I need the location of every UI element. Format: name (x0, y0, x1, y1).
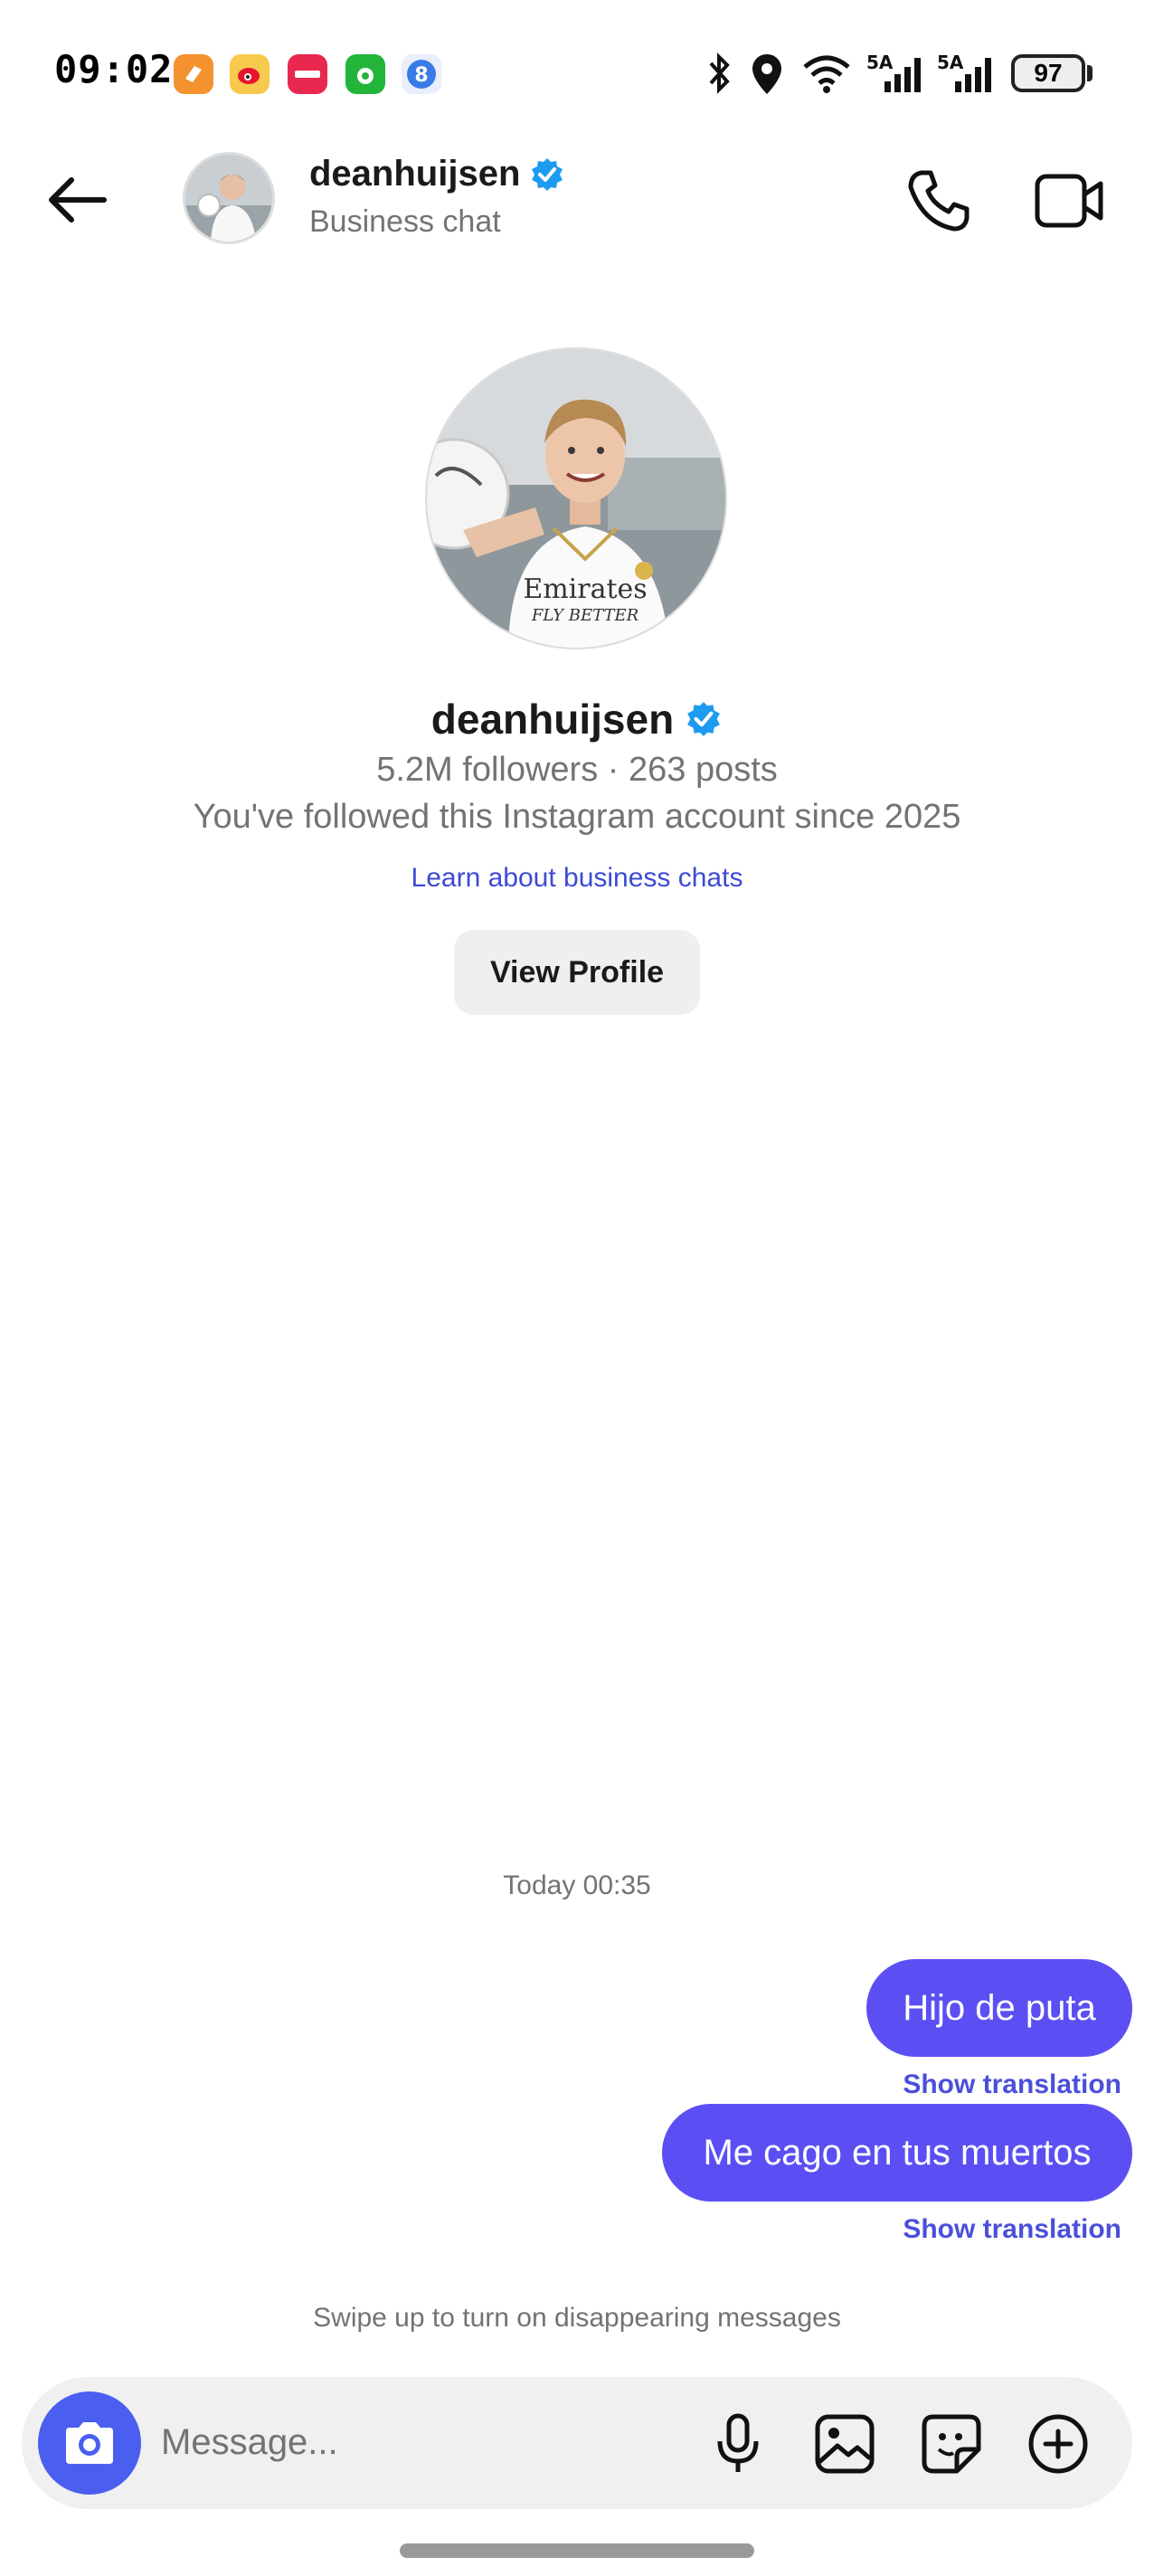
phone-icon (908, 170, 970, 232)
view-profile-button[interactable]: View Profile (454, 930, 700, 1015)
battery-icon: 97 (1011, 54, 1085, 92)
learn-link-label[interactable]: Learn about business chats (411, 863, 743, 893)
red-app-icon (288, 54, 327, 94)
verified-badge-icon (532, 157, 563, 191)
location-icon (749, 52, 785, 100)
header-username-row[interactable]: deanhuijsen (309, 154, 565, 194)
signal-icon: 5A (866, 51, 924, 100)
blue-8-app-icon: 8 (402, 54, 441, 94)
show-translation-link[interactable]: Show translation (814, 2214, 1121, 2245)
camera-button[interactable] (38, 2391, 141, 2495)
shirt-slogan-text: FLY BETTER (531, 606, 638, 625)
voice-call-button[interactable] (901, 163, 977, 239)
plus-circle-icon (1028, 2414, 1088, 2474)
message-text: Hijo de puta (903, 1987, 1096, 2028)
network-label-2: 5A (937, 52, 964, 73)
orange-app-icon (174, 54, 213, 94)
home-indicator[interactable] (400, 2543, 754, 2558)
header-username: deanhuijsen (309, 154, 521, 194)
shirt-sponsor-text: Emirates (523, 573, 647, 605)
network-label-1: 5A (866, 52, 894, 73)
profile-picture[interactable]: Emirates FLY BETTER (425, 347, 727, 649)
show-translation-link[interactable]: Show translation (814, 2069, 1121, 2100)
wifi-icon (801, 52, 852, 99)
battery-level: 97 (1034, 59, 1063, 87)
message-bubble[interactable]: Me cago en tus muertos (662, 2104, 1132, 2202)
video-call-button[interactable] (1029, 163, 1111, 239)
battery-tip (1087, 65, 1093, 81)
bluetooth-icon (704, 52, 734, 99)
gallery-button[interactable] (812, 2411, 877, 2477)
signal-icon-2: 5A (937, 51, 995, 100)
profile-username: deanhuijsen (430, 696, 675, 743)
video-camera-icon (1035, 174, 1103, 228)
camera-icon (66, 2422, 113, 2464)
conversation-timestamp: Today 00:35 (503, 1870, 651, 1900)
microphone-icon (717, 2413, 759, 2472)
weibo-icon (230, 54, 270, 94)
header-subtitle: Business chat (309, 204, 501, 239)
back-button[interactable] (40, 168, 112, 232)
header-avatar[interactable] (183, 152, 275, 244)
follow-since-text: You've followed this Instagram account s… (193, 798, 961, 836)
profile-stats: 5.2M followers · 263 posts (376, 751, 778, 789)
svg-text:8: 8 (414, 64, 428, 87)
back-arrow-icon (49, 177, 107, 223)
message-text: Me cago en tus muertos (703, 2132, 1092, 2173)
green-app-icon (345, 54, 385, 94)
message-bubble[interactable]: Hijo de puta (866, 1959, 1132, 2057)
disappearing-messages-hint: Swipe up to turn on disappearing message… (313, 2303, 841, 2333)
status-time: 09:02 (54, 47, 174, 91)
sticker-button[interactable] (919, 2411, 984, 2477)
voice-message-button[interactable] (705, 2411, 771, 2477)
image-icon (815, 2414, 875, 2474)
learn-business-chats-link[interactable]: Learn about business chats (0, 863, 1154, 894)
more-options-button[interactable] (1026, 2411, 1091, 2477)
profile-username-row: deanhuijsen (0, 695, 1154, 743)
message-input[interactable] (159, 2410, 669, 2475)
verified-badge-icon (687, 702, 721, 736)
sticker-icon (922, 2414, 981, 2474)
